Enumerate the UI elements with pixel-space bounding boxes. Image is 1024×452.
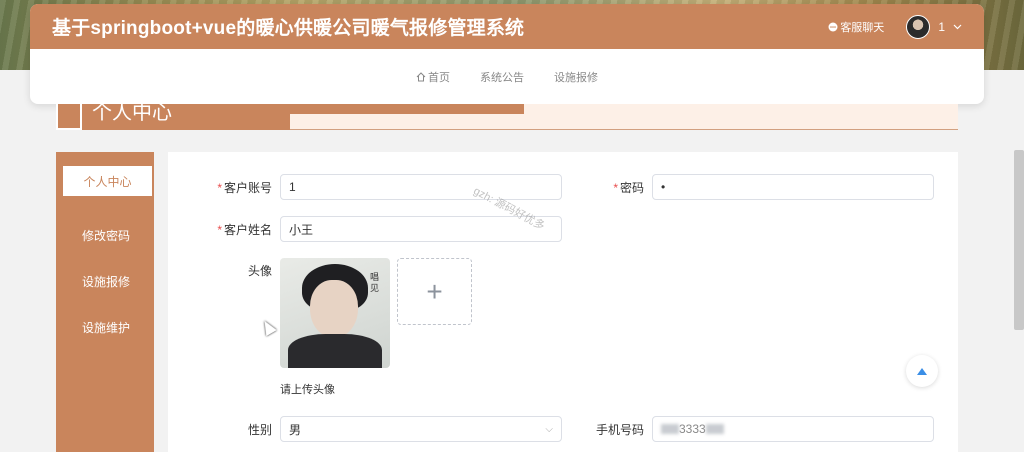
page-title-bar: 个人中心 [56, 102, 958, 130]
account-label: * 客户账号 [217, 180, 272, 195]
sidebar-item-facility-maintenance[interactable]: 设施维护 [60, 304, 152, 350]
page-title: 个人中心 [92, 102, 172, 124]
gender-row: 性别 男 ⌵ [208, 416, 562, 442]
nav-item-facility-repair[interactable]: 设施报修 [554, 69, 598, 85]
page-title-box-icon [56, 104, 82, 130]
redacted-mark [705, 424, 724, 434]
avatar-label: 头像 [247, 264, 272, 278]
account-input[interactable]: 1 [280, 174, 562, 200]
avatar-upload-tip: 请上传头像 [280, 384, 335, 396]
avatar-preview[interactable]: 唱见 [280, 258, 390, 368]
avatar-row: 头像 [208, 262, 272, 279]
top-nav: 首页 系统公告 设施报修 [30, 49, 984, 104]
name-row: * 客户姓名 小王 [208, 216, 562, 242]
nav-item-home-label: 首页 [428, 71, 450, 84]
account-row: * 客户账号 1 [208, 174, 562, 200]
phone-label: 手机号码 [595, 422, 644, 437]
required-mark: * [613, 180, 618, 195]
back-to-top-button[interactable] [906, 355, 938, 387]
gender-select[interactable]: 男 ⌵ [280, 416, 562, 442]
header-card: 基于springboot+vue的暖心供暖公司暖气报修管理系统 客服聊天 1 首… [30, 4, 984, 104]
user-avatar[interactable] [906, 14, 931, 39]
password-input[interactable]: • [652, 174, 934, 200]
nav-item-announcements[interactable]: 系统公告 [480, 69, 524, 85]
sidebar-item-change-password[interactable]: 修改密码 [60, 212, 152, 258]
avatar-hood [288, 334, 382, 368]
required-mark: * [217, 222, 222, 237]
phone-row: 手机号码 3333 [580, 416, 934, 442]
user-name[interactable]: 1 [938, 20, 945, 34]
chevron-down-icon[interactable] [953, 24, 962, 30]
password-label: * 密码 [613, 180, 644, 195]
password-row: * 密码 • [592, 174, 934, 200]
gender-select-value: 男 [289, 422, 302, 437]
profile-form: * 客户账号 1 * 密码 • * 客户姓名 小王 头像 唱见 + 请上传头像 性别 … [168, 152, 958, 452]
avatar-face [310, 280, 358, 338]
nav-item-announcements-label: 系统公告 [480, 71, 524, 84]
title-bar: 基于springboot+vue的暖心供暖公司暖气报修管理系统 客服聊天 1 [30, 4, 984, 49]
nav-item-home[interactable]: 首页 [416, 69, 450, 85]
redacted-mark [661, 424, 679, 434]
phone-visible-digits: 3333 [679, 422, 706, 436]
chat-icon [828, 22, 838, 31]
service-chat-link[interactable]: 客服聊天 [828, 19, 884, 35]
header-right: 客服聊天 1 [828, 14, 962, 39]
home-icon [416, 71, 426, 81]
sidebar-item-facility-repair[interactable]: 设施报修 [60, 258, 152, 304]
avatar-upload-button[interactable]: + [397, 258, 472, 325]
required-mark: * [217, 180, 222, 195]
avatar-poster-text: 唱见 [370, 272, 380, 293]
sidebar-item-profile[interactable]: 个人中心 [60, 166, 152, 196]
chevron-down-icon: ⌵ [545, 423, 553, 435]
nav-item-facility-repair-label: 设施报修 [554, 71, 598, 84]
scrollbar[interactable] [1014, 150, 1024, 330]
caret-up-icon [917, 367, 927, 375]
name-label: * 客户姓名 [217, 222, 272, 237]
sidebar: 个人中心 修改密码 设施报修 设施维护 [56, 152, 154, 452]
service-chat-label: 客服聊天 [840, 21, 885, 34]
page-title-strip [290, 104, 524, 114]
site-title: 基于springboot+vue的暖心供暖公司暖气报修管理系统 [52, 18, 525, 39]
gender-label: 性别 [247, 422, 272, 437]
phone-input[interactable]: 3333 [652, 416, 934, 442]
